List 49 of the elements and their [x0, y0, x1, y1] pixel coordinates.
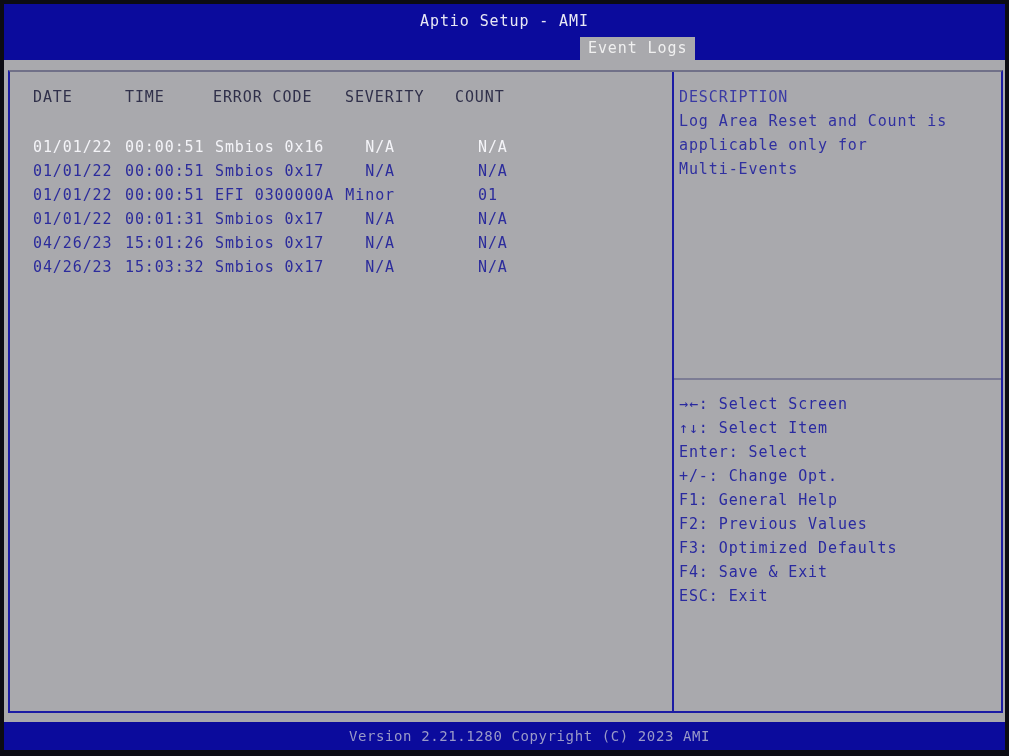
table-cell-text: 01/01/22 [33, 209, 114, 230]
help-line: ESC: Exit [679, 586, 769, 607]
window-title: Aptio Setup - AMI [420, 10, 589, 31]
help-line: F1: General Help [679, 490, 838, 511]
table-cell-text: N/A [478, 233, 509, 254]
description-heading: DESCRIPTION [679, 87, 789, 108]
table-cell-text: N/A [364, 137, 395, 158]
help-line: F4: Save & Exit [679, 562, 828, 583]
column-header: ERROR CODE [213, 87, 314, 108]
tab[interactable]: Event Logs [580, 37, 696, 60]
table-cell-text: Smbios 0x16 [215, 137, 326, 158]
column-header: COUNT [455, 87, 506, 108]
column-header: SEVERITY [345, 87, 426, 108]
table-cell-text: 00:00:51 [125, 137, 206, 158]
table-cell-text: N/A [478, 257, 509, 278]
help-line: F3: Optimized Defaults [679, 538, 898, 559]
help-line: +/-: Change Opt. [679, 466, 838, 487]
help-line: ↑↓: Select Item [679, 418, 828, 439]
table-cell-text: 01/01/22 [33, 161, 114, 182]
table-cell-text: 01/01/22 [33, 137, 114, 158]
table-cell-text: N/A [478, 209, 509, 230]
table-cell-text: 01 [478, 185, 499, 206]
table-cell-text: 00:00:51 [125, 185, 206, 206]
table-cell-text: Minor [345, 185, 395, 206]
table-cell-text: 01/01/22 [33, 185, 114, 206]
help-line: →←: Select Screen [679, 394, 848, 415]
table-cell-text: N/A [478, 137, 509, 158]
table-cell-text: 00:01:31 [125, 209, 206, 230]
help-line: F2: Previous Values [679, 514, 868, 535]
table-cell-text: Smbios 0x17 [215, 257, 326, 278]
table-cell-text: N/A [478, 161, 509, 182]
table-cell-text: N/A [364, 233, 395, 254]
table-cell-text: 15:03:32 [125, 257, 206, 278]
table-cell-text: 15:01:26 [125, 233, 206, 254]
column-header: TIME [125, 87, 166, 108]
table-cell-text: N/A [364, 209, 395, 230]
table-cell-text: Smbios 0x17 [215, 161, 326, 182]
column-header: DATE [33, 87, 74, 108]
table-cell-text: N/A [364, 257, 395, 278]
table-cell-text: N/A [364, 161, 395, 182]
table-cell-text: 04/26/23 [33, 233, 114, 254]
version-text: Version 2.21.1280 Copyright (C) 2023 AMI [347, 727, 711, 746]
table-cell-text: EFI 0300000A [215, 185, 336, 206]
table-cell-text: Smbios 0x17 [215, 209, 326, 230]
description-text: Log Area Reset and Count is applicable only for Multi-Events [679, 111, 949, 180]
table-cell-text: 00:00:51 [125, 161, 206, 182]
help-line: Enter: Select [679, 442, 809, 463]
table-cell-text: 04/26/23 [33, 257, 114, 278]
table-cell-text: Smbios 0x17 [215, 233, 326, 254]
